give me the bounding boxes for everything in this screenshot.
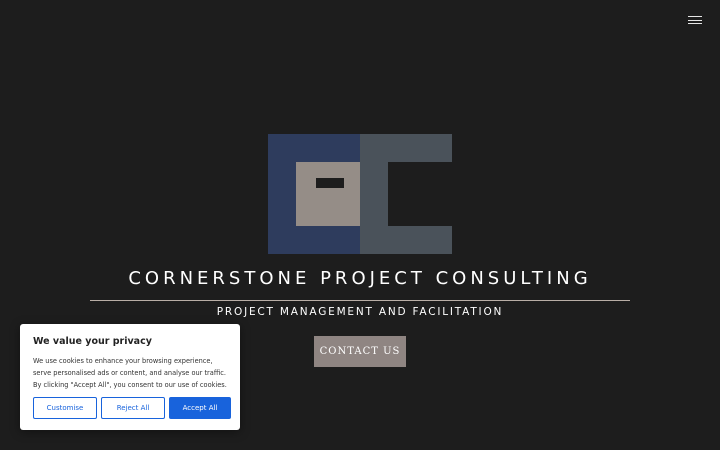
site-title: CORNERSTONE PROJECT CONSULTING: [128, 268, 592, 289]
logo-p-hole: [316, 178, 344, 188]
cookie-buttons: Customise Reject All Accept All: [33, 397, 231, 419]
cookie-consent-banner: We value your privacy We use cookies to …: [20, 324, 240, 430]
title-divider: [90, 300, 630, 301]
tagline: PROJECT MANAGEMENT AND FACILITATION: [216, 306, 504, 318]
menu-button[interactable]: [688, 14, 702, 26]
contact-us-button[interactable]: CONTACT US: [314, 336, 406, 367]
logo-p-shape: [296, 162, 360, 226]
cookie-title: We value your privacy: [33, 336, 152, 347]
accept-all-button[interactable]: Accept All: [169, 397, 231, 419]
logo-c-opening: [388, 162, 452, 226]
hamburger-icon-line: [688, 23, 702, 24]
site-logo[interactable]: [268, 134, 452, 254]
logo-graphic: [268, 134, 452, 254]
hamburger-icon: [688, 16, 702, 17]
hamburger-icon-line: [688, 19, 702, 21]
cookie-text: We use cookies to enhance your browsing …: [33, 357, 227, 389]
reject-all-button[interactable]: Reject All: [101, 397, 165, 419]
customise-button[interactable]: Customise: [33, 397, 97, 419]
